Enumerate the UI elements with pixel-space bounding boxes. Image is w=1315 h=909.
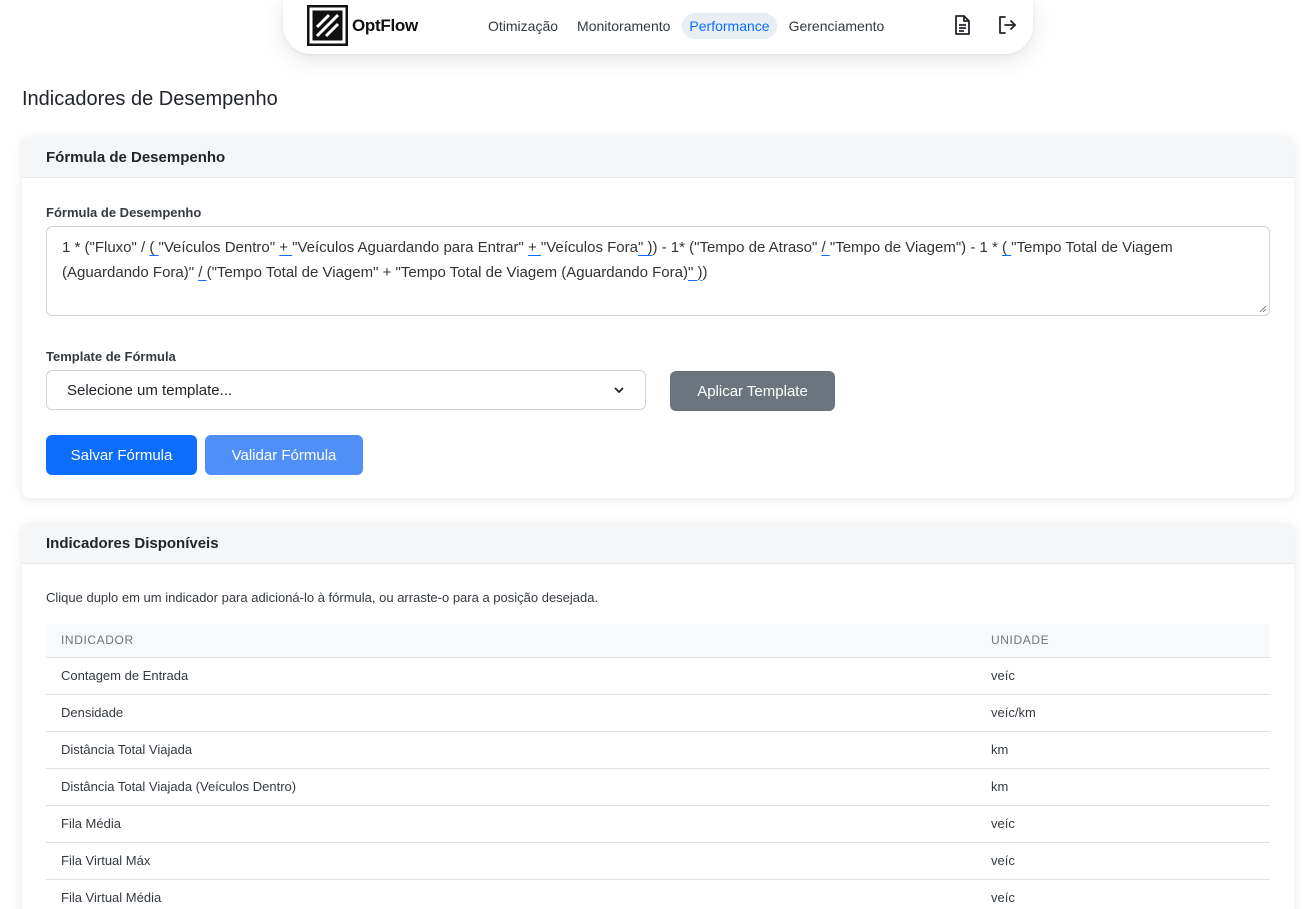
formula-operator-token[interactable]: / (198, 264, 206, 281)
logout-icon[interactable] (996, 14, 1018, 36)
template-field-label: Template de Fórmula (46, 349, 176, 364)
nav-link-otimizacao[interactable]: Otimização (481, 13, 565, 39)
formula-card-header: Fórmula de Desempenho (22, 137, 1294, 178)
table-row[interactable]: Contagem de Entrada veíc (46, 657, 1270, 695)
formula-operator-token[interactable]: ( (1002, 239, 1011, 256)
indicator-unit: veíc/km (976, 694, 1270, 732)
nav-links: Otimização Monitoramento Performance Ger… (481, 13, 896, 39)
indicator-unit: km (976, 768, 1270, 806)
indicators-table: INDICADOR UNIDADE Contagem de Entrada veí… (46, 624, 1270, 909)
formula-textarea[interactable]: 1 * ("Fluxo" / ( "Veículos Dentro" + "Ve… (46, 226, 1270, 316)
brand-name: OptFlow (352, 15, 418, 35)
document-icon[interactable] (951, 14, 973, 36)
formula-card: Fórmula de Desempenho Fórmula de Desempe… (22, 137, 1294, 498)
indicator-unit: km (976, 731, 1270, 769)
formula-text: "Veículos Dentro" (158, 239, 280, 256)
table-row[interactable]: Fila Média veíc (46, 805, 1270, 843)
column-header-indicator: INDICADOR (46, 624, 976, 658)
formula-text: ) - 1* ("Tempo de Atraso" (652, 239, 822, 256)
page-title: Indicadores de Desempenho (22, 88, 278, 110)
indicator-unit: veíc (976, 879, 1270, 909)
table-row[interactable]: Densidade veíc/km (46, 694, 1270, 732)
indicator-name: Fila Virtual Média (46, 879, 976, 909)
indicator-name: Fila Média (46, 805, 976, 843)
nav-link-monitoramento[interactable]: Monitoramento (570, 13, 677, 39)
formula-field-label: Fórmula de Desempenho (46, 205, 202, 220)
formula-operator-token[interactable]: / (822, 239, 830, 256)
indicator-name: Densidade (46, 694, 976, 732)
optflow-logo-icon (307, 5, 348, 46)
apply-template-button[interactable]: Aplicar Template (670, 371, 835, 411)
formula-text: ) (702, 263, 708, 281)
save-formula-button[interactable]: Salvar Fórmula (46, 435, 197, 475)
formula-text: "Veículos Fora (540, 239, 638, 256)
template-select-value: Selecione um template... (67, 381, 233, 399)
formula-operator-token[interactable]: + (279, 239, 292, 256)
indicator-name: Distância Total Viajada (Veículos Dentro… (46, 768, 976, 806)
validate-formula-button[interactable]: Validar Fórmula (205, 435, 363, 475)
table-row[interactable]: Fila Virtual Média veíc (46, 879, 1270, 909)
indicator-name: Contagem de Entrada (46, 657, 976, 695)
formula-operator-token[interactable]: + (528, 239, 541, 256)
resize-grip-icon[interactable] (1259, 305, 1267, 313)
template-select[interactable]: Selecione um template... (46, 370, 646, 410)
formula-operator-token[interactable]: ( (149, 239, 158, 256)
indicator-name: Fila Virtual Máx (46, 842, 976, 880)
table-row[interactable]: Fila Virtual Máx veíc (46, 842, 1270, 880)
nav-link-performance[interactable]: Performance (682, 13, 777, 39)
column-header-unit: UNIDADE (976, 624, 1270, 658)
table-header-row: INDICADOR UNIDADE (46, 624, 1270, 658)
indicators-card-header: Indicadores Disponíveis (22, 523, 1294, 564)
indicator-unit: veíc (976, 805, 1270, 843)
formula-text: 1 * ("Fluxo" / (62, 239, 150, 256)
brand[interactable]: OptFlow (307, 5, 418, 46)
indicators-card: Indicadores Disponíveis Clique duplo em … (22, 523, 1294, 909)
nav-link-gerenciamento[interactable]: Gerenciamento (782, 13, 892, 39)
indicators-hint: Clique duplo em um indicador para adicio… (46, 590, 599, 605)
formula-text: "Tempo de Viagem") - 1 * (829, 239, 1002, 256)
indicator-unit: veíc (976, 842, 1270, 880)
top-navbar: OptFlow Otimização Monitoramento Perform… (283, 0, 1033, 54)
table-row[interactable]: Distância Total Viajada (Veículos Dentro… (46, 768, 1270, 806)
indicator-unit: veíc (976, 657, 1270, 695)
indicator-name: Distância Total Viajada (46, 731, 976, 769)
table-row[interactable]: Distância Total Viajada km (46, 731, 1270, 769)
chevron-down-icon (614, 387, 624, 394)
formula-text: "Veículos Aguardando para Entrar" (292, 239, 528, 256)
formula-text: ("Tempo Total de Viagem" + "Tempo Total … (206, 263, 688, 281)
